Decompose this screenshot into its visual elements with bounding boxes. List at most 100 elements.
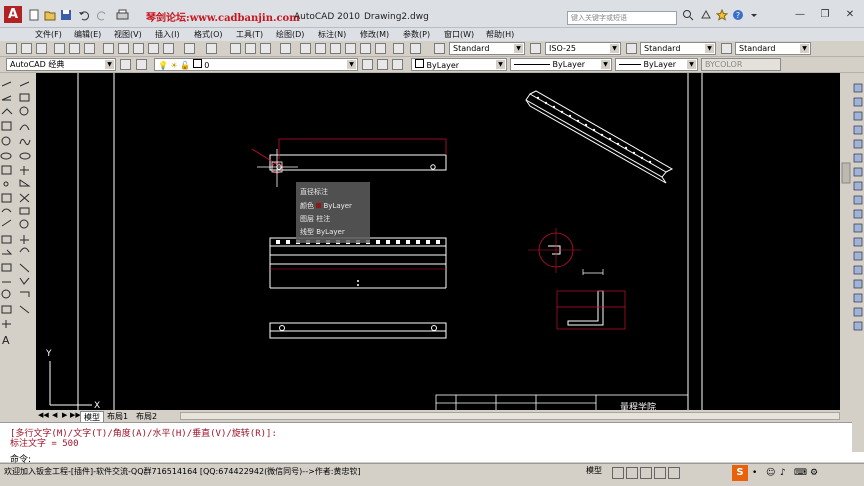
- layer-select[interactable]: 💡 ☀ 🔓 0 ▼: [154, 58, 358, 71]
- steering-wheel-icon[interactable]: [668, 467, 680, 479]
- menu-tools[interactable]: 工具(T): [236, 29, 263, 40]
- menu-modify[interactable]: 修改(M): [360, 29, 389, 40]
- zoom-realtime-icon[interactable]: [245, 43, 256, 54]
- quick-view-icon[interactable]: [626, 467, 638, 479]
- tab-layout1[interactable]: 布局1: [104, 411, 131, 421]
- drawing-canvas[interactable]: 量程学院 Y X 直径标注 颜色 ByLayer 图层 柱注 线型 ByLaye…: [36, 73, 852, 412]
- zoom-window-icon[interactable]: [260, 43, 271, 54]
- help-icon[interactable]: ?: [732, 9, 744, 21]
- tab-layout2[interactable]: 布局2: [133, 411, 160, 421]
- communication-center-icon[interactable]: [700, 9, 712, 21]
- pan-status-icon[interactable]: [640, 467, 652, 479]
- help-search-input[interactable]: 键入关键字或短语: [567, 11, 677, 25]
- zoom-status-icon[interactable]: [654, 467, 666, 479]
- redo-icon[interactable]: [96, 9, 108, 21]
- dim-style-select[interactable]: ISO-25 ▼: [545, 42, 621, 55]
- design-center-icon[interactable]: [315, 43, 326, 54]
- ime-mic-icon[interactable]: ♪: [780, 468, 786, 478]
- redo-toolbar-icon[interactable]: [206, 43, 217, 54]
- block-editor-icon[interactable]: [163, 43, 174, 54]
- linetype-select[interactable]: ByLayer ▼: [510, 58, 612, 71]
- markup-icon[interactable]: [360, 43, 371, 54]
- ime-toolbar: S • ☺ ♪ ⌨ ⚙: [732, 465, 852, 481]
- dim-style-icon[interactable]: [530, 43, 541, 54]
- minimize-icon[interactable]: —: [790, 9, 810, 21]
- copy-icon[interactable]: [118, 43, 129, 54]
- menu-format[interactable]: 格式(O): [194, 29, 223, 40]
- menu-help[interactable]: 帮助(H): [486, 29, 514, 40]
- open-icon[interactable]: [44, 9, 56, 21]
- workspace-settings-icon[interactable]: [120, 59, 131, 70]
- layer-on-icon: 💡: [158, 61, 168, 70]
- tab-next-icon[interactable]: ▶: [62, 411, 67, 419]
- menu-view[interactable]: 视图(V): [114, 29, 142, 40]
- tab-prev-icon[interactable]: ◀: [52, 411, 57, 419]
- dropdown-icon[interactable]: [748, 9, 760, 21]
- publish-icon[interactable]: [84, 43, 95, 54]
- properties-icon[interactable]: [300, 43, 311, 54]
- menu-window[interactable]: 窗口(W): [444, 29, 474, 40]
- save-icon[interactable]: [60, 9, 72, 21]
- multileader-style-icon[interactable]: [721, 43, 732, 54]
- save-file-icon[interactable]: [36, 43, 47, 54]
- command-scrollbar[interactable]: [852, 422, 864, 452]
- horizontal-scrollbar[interactable]: [180, 412, 840, 420]
- tab-first-icon[interactable]: ◀◀: [38, 411, 49, 419]
- zoom-previous-icon[interactable]: [280, 43, 291, 54]
- ime-emoji-icon[interactable]: ☺: [766, 468, 775, 478]
- plotstyle-select[interactable]: BYCOLOR: [701, 58, 781, 71]
- text-style-select[interactable]: Standard ▼: [449, 42, 525, 55]
- ime-keyboard-icon[interactable]: ⌨: [794, 468, 807, 478]
- lineweight-select[interactable]: ByLayer ▼: [615, 58, 698, 71]
- layer-properties-icon[interactable]: [136, 59, 147, 70]
- open-file-icon[interactable]: [21, 43, 32, 54]
- plot-icon[interactable]: [116, 9, 129, 21]
- multileader-style-select[interactable]: Standard ▼: [735, 42, 811, 55]
- make-current-layer-icon[interactable]: [362, 59, 373, 70]
- pan-icon[interactable]: [230, 43, 241, 54]
- help-toolbar-icon[interactable]: [393, 43, 404, 54]
- ime-settings-icon[interactable]: ⚙: [810, 468, 818, 478]
- layer-states-icon[interactable]: [392, 59, 403, 70]
- autocad-logo-icon[interactable]: A: [4, 6, 22, 23]
- undo-toolbar-icon[interactable]: [184, 43, 195, 54]
- new-icon[interactable]: [28, 9, 40, 21]
- extra-icon[interactable]: [410, 43, 421, 54]
- print-icon[interactable]: [54, 43, 65, 54]
- layer-previous-icon[interactable]: [377, 59, 388, 70]
- menu-insert[interactable]: 插入(I): [155, 29, 180, 40]
- qp-linetype-value: ByLayer: [316, 228, 345, 236]
- workspace-select[interactable]: AutoCAD 经典 ▼: [6, 58, 116, 71]
- undo-icon[interactable]: [78, 9, 90, 21]
- match-properties-icon[interactable]: [148, 43, 159, 54]
- favorites-icon[interactable]: [715, 8, 729, 21]
- tool-palettes-icon[interactable]: [330, 43, 341, 54]
- chevron-down-icon: ▼: [105, 60, 114, 69]
- search-icon[interactable]: [682, 9, 694, 21]
- vertical-scroll-thumb: [841, 162, 851, 184]
- menu-edit[interactable]: 编辑(E): [74, 29, 101, 40]
- cut-icon[interactable]: [103, 43, 114, 54]
- model-space-button[interactable]: 模型: [586, 465, 602, 476]
- color-select[interactable]: ByLayer ▼: [411, 58, 507, 71]
- chevron-down-icon: ▼: [601, 60, 610, 69]
- print-preview-icon[interactable]: [69, 43, 80, 54]
- restore-icon[interactable]: ❐: [815, 9, 835, 21]
- sogou-ime-icon[interactable]: S: [732, 465, 748, 481]
- menu-draw[interactable]: 绘图(D): [276, 29, 304, 40]
- title-bar: A 琴剑论坛:www.cadbanjin.com AutoCAD 2010 Dr…: [0, 0, 864, 28]
- table-style-select[interactable]: Standard ▼: [640, 42, 716, 55]
- layout-grid-icon[interactable]: [612, 467, 624, 479]
- ime-mode-icon[interactable]: •: [752, 468, 757, 478]
- sheet-set-icon[interactable]: [345, 43, 356, 54]
- qp-layer-value: 柱注: [316, 215, 331, 223]
- paste-icon[interactable]: [133, 43, 144, 54]
- menu-parametric[interactable]: 参数(P): [403, 29, 430, 40]
- menu-file[interactable]: 文件(F): [35, 29, 62, 40]
- menu-dimension[interactable]: 标注(N): [318, 29, 346, 40]
- qnew-icon[interactable]: [6, 43, 17, 54]
- table-style-icon[interactable]: [626, 43, 637, 54]
- close-icon[interactable]: ✕: [840, 9, 860, 21]
- quickcalc-icon[interactable]: [375, 43, 386, 54]
- text-style-icon[interactable]: [434, 43, 445, 54]
